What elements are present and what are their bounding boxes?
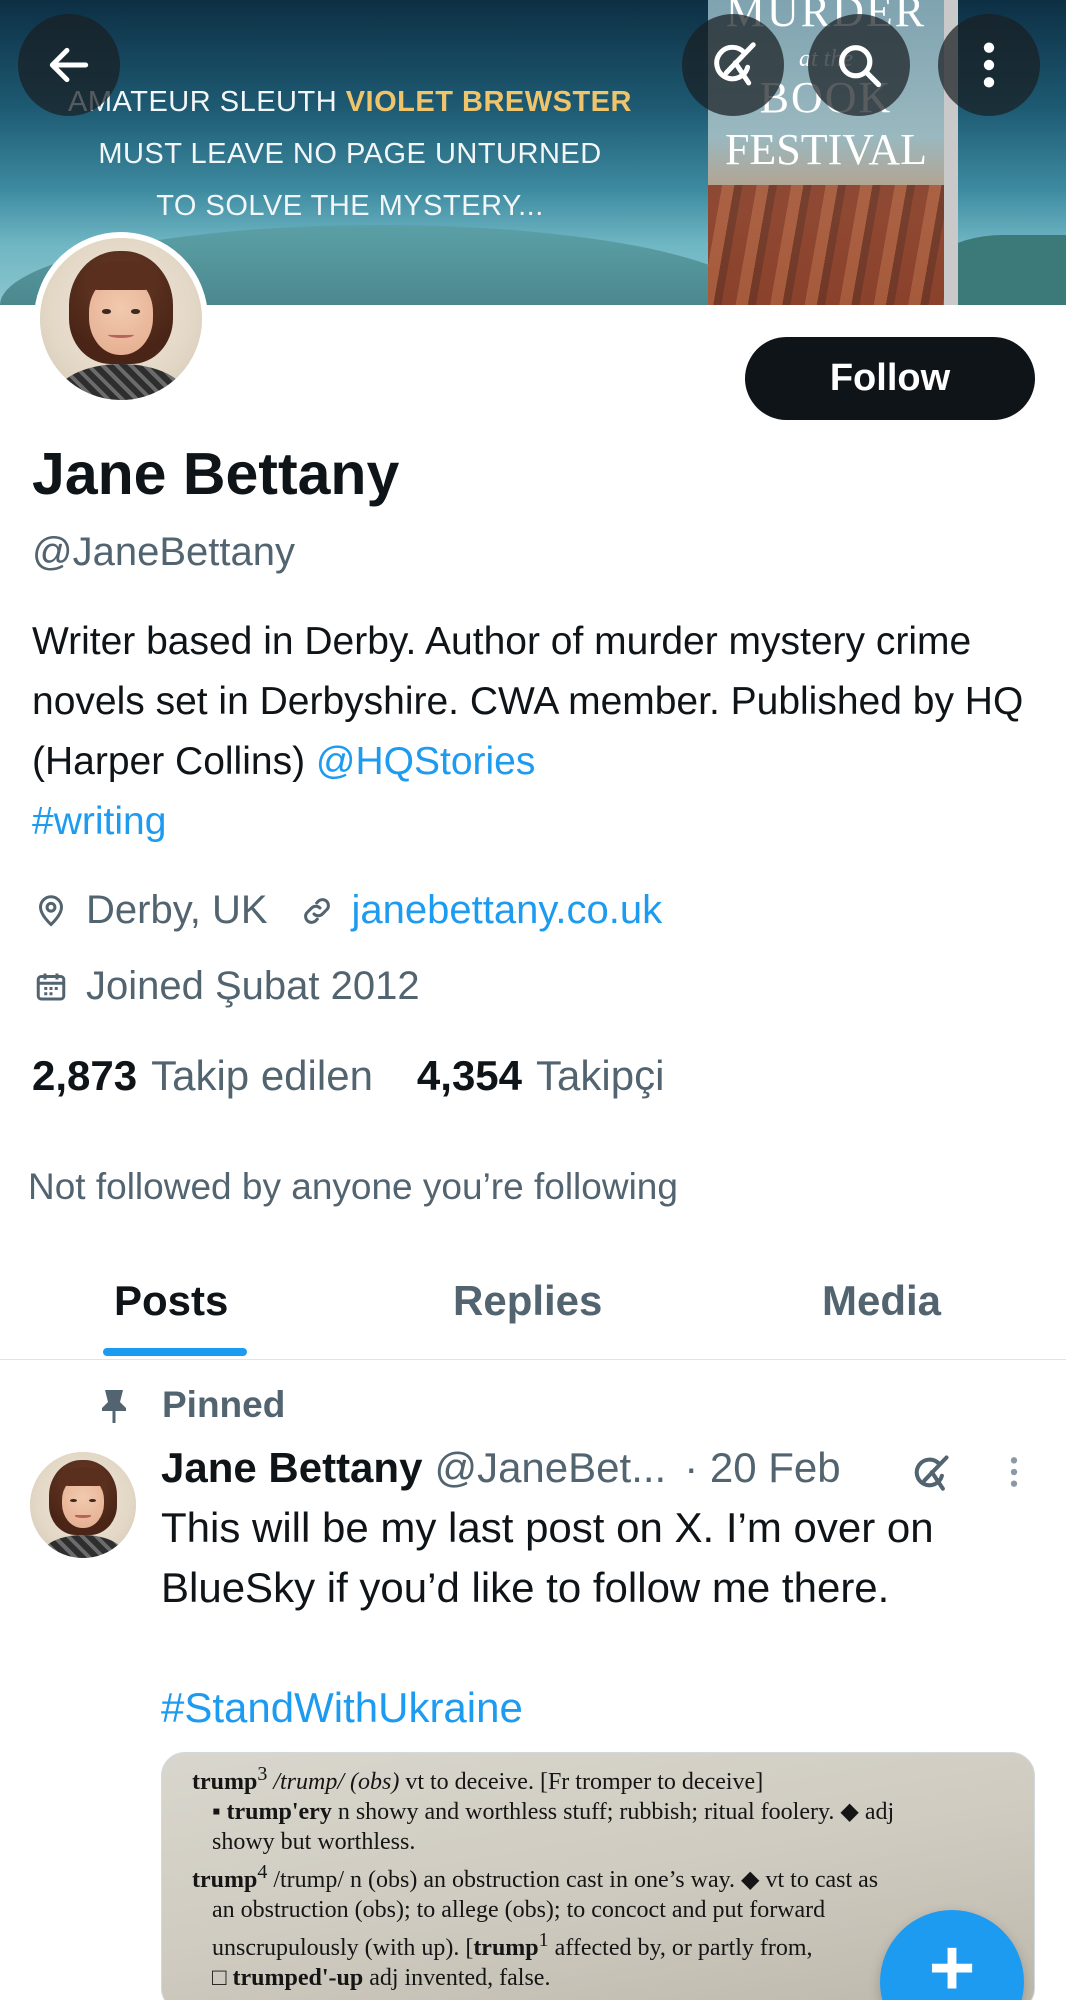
grok-icon (714, 42, 756, 86)
more-vertical-icon (983, 42, 995, 88)
tagline-line3: TO SOLVE THE MYSTERY... (156, 190, 544, 222)
post-header: Jane Bettany @JaneBet... · 20 Feb (161, 1444, 841, 1492)
active-tab-indicator (103, 1348, 247, 1356)
link-icon (298, 892, 336, 930)
post-body: This will be my last post on X. I’m over… (161, 1504, 934, 1611)
search-icon (839, 45, 882, 88)
post-hashtag-link[interactable]: #StandWithUkraine (161, 1678, 1041, 1738)
profile-name: Jane Bettany (32, 441, 400, 507)
tab-posts[interactable]: Posts (114, 1277, 228, 1325)
book-cover-town (708, 185, 944, 305)
followers-count: 4,354 (416, 1052, 523, 1099)
post-date[interactable]: · 20 Feb (684, 1444, 840, 1492)
plus-icon: + (928, 1923, 976, 2000)
tagline-highlight: VIOLET BREWSTER (345, 86, 632, 118)
bio-hashtag-link[interactable]: #writing (32, 800, 166, 843)
follow-button[interactable]: Follow (745, 337, 1035, 420)
post-author-handle[interactable]: @JaneBet... (434, 1444, 666, 1492)
more-button[interactable] (938, 14, 1040, 116)
profile-avatar[interactable] (34, 232, 208, 406)
grok-icon (914, 1455, 949, 1491)
profile-bio: Writer based in Derby. Author of murder … (32, 612, 1042, 852)
pin-icon (96, 1385, 132, 1425)
book-title-festival: FESTIVAL (724, 125, 928, 174)
tab-media[interactable]: Media (822, 1277, 941, 1325)
profile-location: Derby, UK (86, 888, 268, 932)
more-vertical-icon (1010, 1457, 1018, 1487)
following-count: 2,873 (32, 1052, 138, 1099)
banner-tagline: AMATEUR SLEUTH VIOLET BREWSTER MUST LEAV… (40, 76, 660, 232)
profile-follow-counts: 2,873 Takip edilen 4,354 Takipçi (32, 1052, 708, 1100)
bio-mention-link[interactable]: @HQStories (316, 740, 535, 783)
post-text: This will be my last post on X. I’m over… (161, 1498, 1041, 1738)
profile-meta-location-row: Derby, UK janebettany.co.uk (32, 888, 662, 933)
profile-joined-date: Joined Şubat 2012 (86, 964, 420, 1008)
tagline-line2: MUST LEAVE NO PAGE UNTURNED (98, 138, 602, 170)
grok-button[interactable] (682, 14, 784, 116)
pinned-label: Pinned (162, 1384, 286, 1425)
profile-tabs: Posts Replies Media (0, 1255, 1066, 1360)
arrow-left-icon (49, 47, 89, 83)
location-pin-icon (32, 892, 70, 930)
not-followed-note: Not followed by anyone you’re following (28, 1166, 678, 1207)
profile-website-link[interactable]: janebettany.co.uk (352, 888, 663, 933)
search-button[interactable] (808, 14, 910, 116)
back-button[interactable] (18, 14, 120, 116)
profile-handle: @JaneBettany (32, 530, 295, 574)
post-author-name[interactable]: Jane Bettany (161, 1444, 422, 1492)
followers-label: Takipçi (536, 1052, 665, 1099)
post-author-avatar[interactable] (30, 1452, 136, 1558)
following-label: Takip edilen (151, 1052, 373, 1099)
pinned-indicator: Pinned (96, 1384, 285, 1426)
tab-replies[interactable]: Replies (453, 1277, 602, 1325)
post-more-button[interactable] (996, 1452, 1032, 1496)
followers-count-link[interactable]: 4,354 Takipçi (417, 1052, 665, 1100)
post-grok-button[interactable] (908, 1452, 952, 1496)
calendar-icon (32, 968, 70, 1006)
profile-meta-joined-row: Joined Şubat 2012 (32, 964, 420, 1009)
following-count-link[interactable]: 2,873 Takip edilen (32, 1052, 373, 1100)
